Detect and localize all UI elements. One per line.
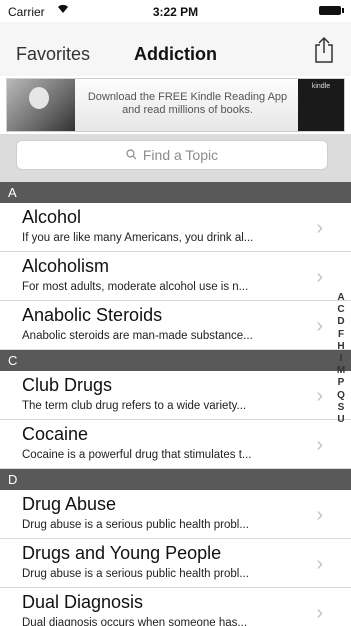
item-title: Dual Diagnosis: [22, 592, 144, 612]
list-item[interactable]: Anabolic Steroids Anabolic steroids are …: [0, 301, 351, 350]
section-index[interactable]: A C D F H I M P Q S U: [334, 292, 348, 426]
item-title: Cocaine: [22, 424, 89, 444]
index-letter[interactable]: P: [334, 377, 348, 389]
battery-icon: [319, 6, 344, 15]
item-subtitle: Drug abuse is a serious public health pr…: [22, 568, 249, 580]
chevron-right-icon: ›: [316, 385, 323, 407]
chevron-right-icon: ›: [316, 504, 323, 526]
item-subtitle: The term club drug refers to a wide vari…: [22, 400, 247, 412]
ad-person-image: [7, 79, 75, 131]
item-subtitle: Anabolic steroids are man-made substance…: [22, 330, 253, 342]
status-bar: Carrier 3:22 PM: [0, 0, 351, 22]
topic-list: A Alcohol If you are like many Americans…: [0, 182, 351, 626]
item-title: Drug Abuse: [22, 494, 117, 514]
search-input[interactable]: Find a Topic: [16, 140, 328, 170]
list-item[interactable]: Drug Abuse Drug abuse is a serious publi…: [0, 490, 351, 539]
ad-text-line1: Download the FREE Kindle Reading App: [87, 91, 288, 103]
kindle-label: kindle: [311, 83, 331, 90]
search-icon: [126, 148, 137, 163]
index-letter[interactable]: Q: [334, 390, 348, 402]
navigation-bar: Favorites Addiction: [0, 22, 351, 76]
list-item[interactable]: Alcoholism For most adults, moderate alc…: [0, 252, 351, 301]
kindle-device-image: kindle: [298, 79, 344, 131]
index-letter[interactable]: S: [334, 402, 348, 414]
item-title: Club Drugs: [22, 375, 113, 395]
search-placeholder: Find a Topic: [142, 147, 219, 163]
ad-text: Download the FREE Kindle Reading App and…: [79, 91, 296, 117]
section-header-a: A: [0, 182, 351, 203]
chevron-right-icon: ›: [316, 434, 323, 456]
item-title: Anabolic Steroids: [22, 305, 163, 325]
index-letter[interactable]: C: [334, 304, 348, 316]
search-bar: Find a Topic: [0, 134, 351, 182]
item-title: Drugs and Young People: [22, 543, 222, 563]
ad-banner[interactable]: Download the FREE Kindle Reading App and…: [6, 78, 345, 132]
chevron-right-icon: ›: [316, 315, 323, 337]
item-subtitle: If you are like many Americans, you drin…: [22, 232, 254, 244]
item-title: Alcoholism: [22, 256, 110, 276]
ad-text-line2: and read millions of books.: [122, 104, 253, 116]
index-letter[interactable]: H: [334, 341, 348, 353]
list-item[interactable]: Club Drugs The term club drug refers to …: [0, 371, 351, 420]
index-letter[interactable]: A: [334, 292, 348, 304]
share-icon[interactable]: [313, 36, 335, 64]
item-subtitle: For most adults, moderate alcohol use is…: [22, 281, 249, 293]
index-letter[interactable]: M: [334, 365, 348, 377]
item-subtitle: Dual diagnosis occurs when someone has..…: [22, 617, 248, 626]
item-subtitle: Drug abuse is a serious public health pr…: [22, 519, 249, 531]
list-item[interactable]: Alcohol If you are like many Americans, …: [0, 203, 351, 252]
section-header-d: D: [0, 469, 351, 490]
chevron-right-icon: ›: [316, 217, 323, 239]
clock-label: 3:22 PM: [152, 5, 199, 19]
section-header-c: C: [0, 350, 351, 371]
page-title: Addiction: [134, 44, 217, 64]
chevron-right-icon: ›: [316, 266, 323, 288]
index-letter[interactable]: I: [334, 353, 348, 365]
item-title: Alcohol: [22, 207, 82, 227]
item-subtitle: Cocaine is a powerful drug that stimulat…: [22, 449, 252, 461]
index-letter[interactable]: U: [334, 414, 348, 426]
index-letter[interactable]: D: [334, 316, 348, 328]
chevron-right-icon: ›: [316, 553, 323, 575]
chevron-right-icon: ›: [316, 602, 323, 624]
index-letter[interactable]: F: [334, 329, 348, 341]
list-item[interactable]: Cocaine Cocaine is a powerful drug that …: [0, 420, 351, 469]
list-item[interactable]: Drugs and Young People Drug abuse is a s…: [0, 539, 351, 588]
list-item[interactable]: Dual Diagnosis Dual diagnosis occurs whe…: [0, 588, 351, 626]
